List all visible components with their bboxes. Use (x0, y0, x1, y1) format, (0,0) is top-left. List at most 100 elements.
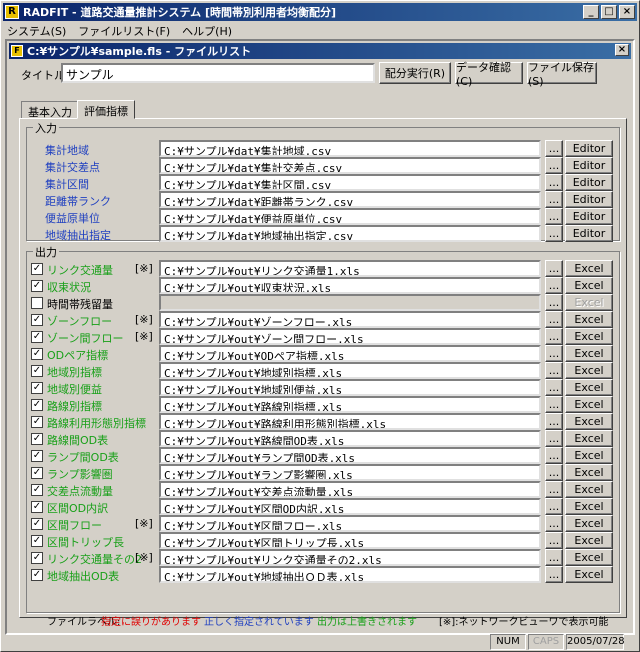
browse-button[interactable]: ... (545, 260, 563, 277)
output-path-field[interactable]: C:¥サンプル¥out¥ODペア指標.xls (159, 345, 541, 362)
browse-button[interactable]: ... (545, 345, 563, 362)
save-file-button[interactable]: ファイル保存(S) (527, 61, 597, 88)
output-checkbox[interactable]: ✓ (31, 382, 43, 394)
browse-button[interactable]: ... (545, 566, 563, 583)
browse-button[interactable]: ... (545, 430, 563, 447)
filelist-titlebar[interactable]: F C:¥サンプル¥sample.fls - ファイルリスト × (9, 43, 631, 59)
excel-button[interactable]: Excel (565, 260, 613, 277)
excel-button[interactable]: Excel (565, 464, 613, 481)
browse-button[interactable]: ... (545, 174, 563, 191)
editor-button[interactable]: Editor (565, 140, 613, 157)
output-checkbox[interactable]: ✓ (31, 535, 43, 547)
editor-button[interactable]: Editor (565, 208, 613, 225)
menu-help[interactable]: ヘルプ(H) (178, 23, 240, 39)
excel-button[interactable]: Excel (565, 328, 613, 345)
output-checkbox[interactable]: ✓ (31, 450, 43, 462)
browse-button[interactable]: ... (545, 191, 563, 208)
output-checkbox[interactable] (31, 297, 43, 309)
run-button[interactable]: 配分実行(R) (379, 62, 451, 84)
excel-button[interactable]: Excel (565, 345, 613, 362)
output-path-field[interactable]: C:¥サンプル¥out¥ゾーンフロー.xls (159, 311, 541, 328)
input-path-field[interactable]: C:¥サンプル¥dat¥地域抽出指定.csv (159, 225, 541, 242)
title-input[interactable]: サンプル (61, 63, 375, 83)
input-path-field[interactable]: C:¥サンプル¥dat¥集計地域.csv (159, 140, 541, 157)
output-path-field[interactable]: C:¥サンプル¥out¥ランプ影響圏.xls (159, 464, 541, 481)
output-path-field[interactable]: C:¥サンプル¥out¥路線間OD表.xls (159, 430, 541, 447)
editor-button[interactable]: Editor (565, 225, 613, 242)
browse-button[interactable]: ... (545, 362, 563, 379)
excel-button[interactable]: Excel (565, 481, 613, 498)
output-path-field[interactable]: C:¥サンプル¥out¥路線利用形態別指標.xls (159, 413, 541, 430)
maximize-icon[interactable]: □ (601, 5, 617, 19)
browse-button[interactable]: ... (545, 413, 563, 430)
excel-button[interactable]: Excel (565, 549, 613, 566)
tab-basic-input[interactable]: 基本入力 (21, 101, 79, 119)
browse-button[interactable]: ... (545, 515, 563, 532)
browse-button[interactable]: ... (545, 464, 563, 481)
output-path-field[interactable]: C:¥サンプル¥out¥ゾーン間フロー.xls (159, 328, 541, 345)
excel-button[interactable]: Excel (565, 447, 613, 464)
browse-button[interactable]: ... (545, 498, 563, 515)
input-path-field[interactable]: C:¥サンプル¥dat¥距離帯ランク.csv (159, 191, 541, 208)
output-path-field[interactable]: C:¥サンプル¥out¥地域別指標.xls (159, 362, 541, 379)
output-path-field[interactable]: C:¥サンプル¥out¥リンク交通量その2.xls (159, 549, 541, 566)
browse-button[interactable]: ... (545, 549, 563, 566)
menu-system[interactable]: システム(S) (3, 23, 74, 39)
output-path-field[interactable]: C:¥サンプル¥out¥地域抽出ＯＤ表.xls (159, 566, 541, 583)
excel-button[interactable]: Excel (565, 311, 613, 328)
output-checkbox[interactable]: ✓ (31, 399, 43, 411)
output-checkbox[interactable]: ✓ (31, 331, 43, 343)
app-titlebar[interactable]: R RADFIT - 道路交通量推計システム [時間帯別利用者均衡配分] _ □… (3, 3, 637, 21)
output-path-field[interactable]: C:¥サンプル¥out¥路線別指標.xls (159, 396, 541, 413)
output-checkbox[interactable]: ✓ (31, 433, 43, 445)
excel-button[interactable]: Excel (565, 515, 613, 532)
output-checkbox[interactable]: ✓ (31, 348, 43, 360)
output-checkbox[interactable]: ✓ (31, 569, 43, 581)
output-path-field[interactable]: C:¥サンプル¥out¥地域別便益.xls (159, 379, 541, 396)
output-checkbox[interactable]: ✓ (31, 280, 43, 292)
excel-button[interactable]: Excel (565, 566, 613, 583)
excel-button[interactable]: Excel (565, 294, 613, 311)
editor-button[interactable]: Editor (565, 174, 613, 191)
excel-button[interactable]: Excel (565, 498, 613, 515)
excel-button[interactable]: Excel (565, 430, 613, 447)
browse-button[interactable]: ... (545, 311, 563, 328)
input-path-field[interactable]: C:¥サンプル¥dat¥集計区間.csv (159, 174, 541, 191)
browse-button[interactable]: ... (545, 328, 563, 345)
browse-button[interactable]: ... (545, 396, 563, 413)
excel-button[interactable]: Excel (565, 396, 613, 413)
excel-button[interactable]: Excel (565, 413, 613, 430)
output-path-field[interactable]: C:¥サンプル¥out¥区間OD内訳.xls (159, 498, 541, 515)
output-path-field[interactable]: C:¥サンプル¥out¥区間トリップ長.xls (159, 532, 541, 549)
excel-button[interactable]: Excel (565, 277, 613, 294)
excel-button[interactable]: Excel (565, 379, 613, 396)
close-icon[interactable]: × (615, 44, 629, 56)
browse-button[interactable]: ... (545, 294, 563, 311)
browse-button[interactable]: ... (545, 277, 563, 294)
output-checkbox[interactable]: ✓ (31, 365, 43, 377)
excel-button[interactable]: Excel (565, 362, 613, 379)
output-path-field[interactable]: C:¥サンプル¥out¥リンク交通量1.xls (159, 260, 541, 277)
output-path-field[interactable]: C:¥サンプル¥out¥ランプ間OD表.xls (159, 447, 541, 464)
browse-button[interactable]: ... (545, 532, 563, 549)
output-path-field[interactable]: C:¥サンプル¥out¥交差点流動量.xls (159, 481, 541, 498)
output-checkbox[interactable]: ✓ (31, 416, 43, 428)
browse-button[interactable]: ... (545, 225, 563, 242)
browse-button[interactable]: ... (545, 447, 563, 464)
output-path-field[interactable] (159, 294, 541, 311)
output-checkbox[interactable]: ✓ (31, 484, 43, 496)
editor-button[interactable]: Editor (565, 157, 613, 174)
output-checkbox[interactable]: ✓ (31, 314, 43, 326)
editor-button[interactable]: Editor (565, 191, 613, 208)
tab-evaluation[interactable]: 評価指標 (77, 100, 135, 119)
excel-button[interactable]: Excel (565, 532, 613, 549)
check-data-button[interactable]: データ確認(C) (455, 61, 523, 88)
menu-filelist[interactable]: ファイルリスト(F) (74, 23, 178, 39)
output-path-field[interactable]: C:¥サンプル¥out¥区間フロー.xls (159, 515, 541, 532)
app-icon[interactable]: R (5, 5, 19, 19)
browse-button[interactable]: ... (545, 157, 563, 174)
browse-button[interactable]: ... (545, 140, 563, 157)
output-checkbox[interactable]: ✓ (31, 518, 43, 530)
output-checkbox[interactable]: ✓ (31, 501, 43, 513)
input-path-field[interactable]: C:¥サンプル¥dat¥集計交差点.csv (159, 157, 541, 174)
